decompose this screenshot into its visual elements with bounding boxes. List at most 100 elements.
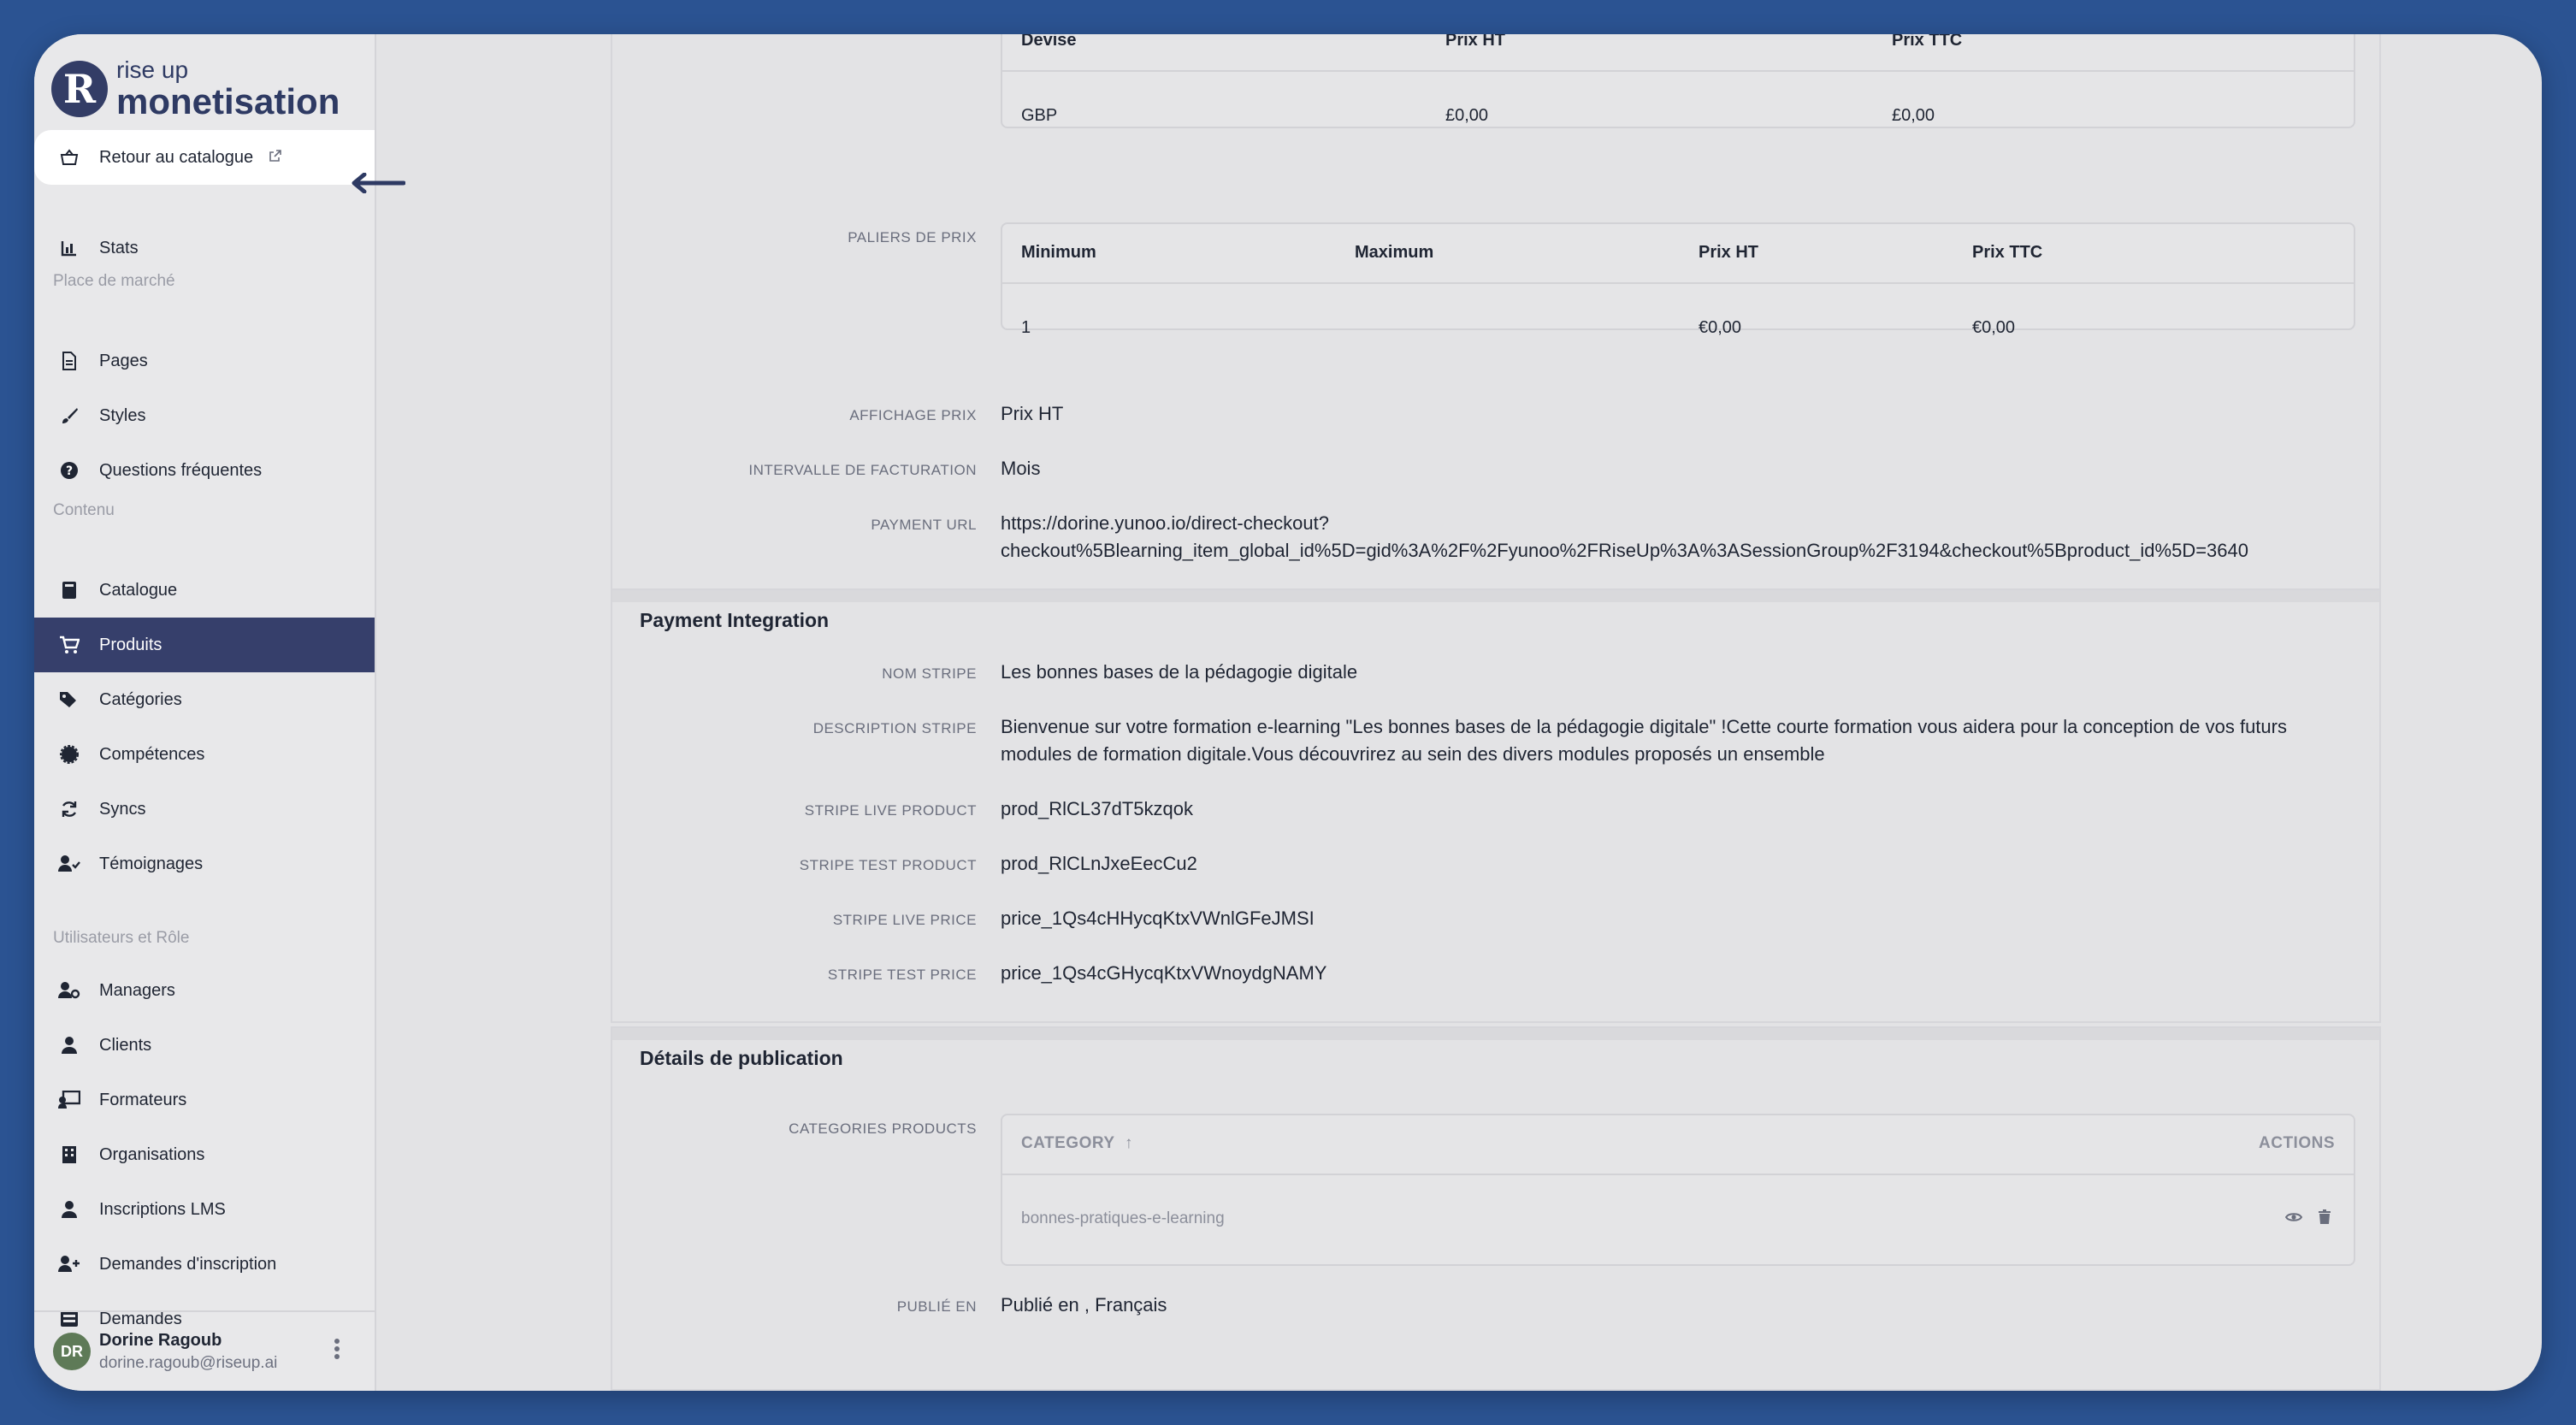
svg-text:?: ? (66, 464, 73, 478)
payment-integration-card: Payment Integration NOM STRIPE Les bonne… (611, 588, 2381, 1023)
sidebar-item-syncs[interactable]: Syncs (34, 782, 375, 837)
eye-icon[interactable] (2284, 1211, 2303, 1227)
brand-name-top: rise up (116, 56, 189, 83)
table-cell: €0,00 (1699, 318, 1742, 337)
field-label: AFFICHAGE PRIX (849, 407, 977, 423)
back-to-catalogue-link[interactable]: Retour au catalogue (34, 130, 375, 185)
book-icon (56, 577, 82, 603)
table-cell: bonnes-pratiques-e-learning (1021, 1209, 1225, 1227)
question-circle-icon: ? (56, 458, 82, 483)
sidebar-item-categories[interactable]: Catégories (34, 672, 375, 727)
field-value: prod_RlCLnJxeEecCu2 (1001, 853, 1197, 874)
sidebar-item-skills[interactable]: Compétences (34, 727, 375, 782)
table-header: Prix TTC (1892, 34, 1963, 50)
sidebar-item-label: Pages (99, 351, 148, 370)
sidebar-item-label: Syncs (99, 799, 146, 819)
table-header: Devise (1021, 34, 1077, 50)
trash-icon[interactable] (2318, 1209, 2331, 1229)
field-label: PUBLIÉ EN (896, 1298, 977, 1315)
sidebar-item-clients[interactable]: Clients (34, 1018, 375, 1073)
section-content: Contenu (53, 501, 115, 519)
document-icon (56, 348, 82, 374)
sidebar-item-stats[interactable]: Stats (34, 221, 375, 275)
field-label: STRIPE TEST PRICE (827, 967, 977, 983)
sidebar-item-styles[interactable]: Styles (34, 388, 375, 443)
user-profile[interactable]: DR Dorine Ragoub dorine.ragoub@riseup.ai (34, 1310, 375, 1391)
user-plus-icon (56, 1251, 82, 1277)
external-link-icon (269, 148, 282, 168)
price-tiers-table: Minimum Maximum Prix HT Prix TTC 1 €0,00… (1001, 222, 2355, 337)
section-marketplace: Place de marché (53, 272, 175, 290)
cart-icon (56, 632, 82, 658)
main-content: Devise Prix HT Prix TTC GBP £0,00 £0,00 … (376, 34, 2542, 1391)
field-label: DESCRIPTION STRIPE (812, 720, 977, 736)
field-label: PALIERS DE PRIX (848, 229, 977, 245)
sidebar-item-organisations[interactable]: Organisations (34, 1127, 375, 1182)
table-header: Minimum (1021, 243, 1096, 262)
arrow-up-icon: ↑ (1125, 1134, 1133, 1152)
sidebar-item-label: Managers (99, 980, 175, 1000)
sidebar-item-products[interactable]: Produits (34, 618, 375, 672)
payment-url-line2[interactable]: checkout%5Blearning_item_global_id%5D=gi… (1001, 537, 2248, 565)
table-cell: GBP (1021, 106, 1058, 125)
sidebar-item-trainers[interactable]: Formateurs (34, 1073, 375, 1127)
field-value: Prix HT (1001, 403, 1064, 424)
column-header-category[interactable]: CATEGORY ↑ (1021, 1134, 1133, 1153)
field-value: price_1Qs4cHHycqKtxVWnlGFeJMSI (1001, 908, 1315, 929)
field-value: prod_RlCL37dT5kzqok (1001, 798, 1194, 819)
bar-chart-icon (56, 235, 82, 261)
table-header: Prix HT (1699, 243, 1759, 262)
sidebar-item-lms[interactable]: Inscriptions LMS (34, 1182, 375, 1237)
field-label: INTERVALLE DE FACTURATION (748, 462, 977, 478)
sidebar-item-label: Formateurs (99, 1090, 187, 1109)
field-value: Mois (1001, 458, 1041, 479)
sync-icon (56, 796, 82, 822)
paintbrush-icon (56, 403, 82, 429)
avatar: DR (53, 1333, 91, 1370)
sidebar-item-label: Produits (99, 635, 162, 654)
kebab-menu-icon[interactable] (334, 1338, 340, 1364)
table-cell: £0,00 (1445, 106, 1489, 125)
table-header: Maximum (1355, 243, 1434, 262)
sidebar-item-managers[interactable]: Managers (34, 963, 375, 1018)
sidebar-item-label: Inscriptions LMS (99, 1199, 226, 1219)
sidebar-item-label: Catalogue (99, 580, 178, 600)
currency-table: Devise Prix HT Prix TTC GBP £0,00 £0,00 (1001, 34, 2355, 128)
section-title: Détails de publication (640, 1047, 843, 1069)
sidebar-item-catalogue[interactable]: Catalogue (34, 563, 375, 618)
brand-logo[interactable]: R rise up monetisation (51, 56, 340, 121)
table-cell: 1 (1021, 318, 1031, 337)
sidebar-item-label: Catégories (99, 689, 182, 709)
brand-name-bottom: monetisation (116, 81, 340, 121)
field-label: NOM STRIPE (882, 665, 977, 682)
basket-icon (56, 145, 82, 170)
field-value: modules de formation digitale.Vous décou… (1001, 743, 1825, 765)
payment-url-line1[interactable]: https://dorine.yunoo.io/direct-checkout? (1001, 510, 1329, 537)
sidebar: R rise up monetisation Retour au catalog… (34, 34, 405, 1391)
sidebar-item-pages[interactable]: Pages (34, 334, 375, 388)
sidebar-item-label: Styles (99, 405, 146, 425)
sidebar-item-signup-requests[interactable]: Demandes d'inscription (34, 1237, 375, 1292)
app-window: R rise up monetisation Retour au catalog… (34, 34, 2542, 1391)
sidebar-item-label: Compétences (99, 744, 205, 764)
field-label: STRIPE LIVE PRODUCT (804, 802, 977, 819)
sidebar-item-label: Questions fréquentes (99, 460, 263, 480)
sidebar-item-testimonials[interactable]: Témoignages (34, 837, 375, 891)
user-gear-icon (56, 978, 82, 1003)
user-icon (56, 1197, 82, 1222)
chalkboard-teacher-icon (56, 1087, 82, 1113)
user-email: dorine.ragoub@riseup.ai (99, 1353, 278, 1372)
field-value: Les bonnes bases de la pédagogie digital… (1001, 661, 1358, 683)
column-header-actions: ACTIONS (2259, 1134, 2335, 1152)
sidebar-item-faq[interactable]: ? Questions fréquentes (34, 443, 375, 498)
publication-card: Détails de publication CATEGORIES PRODUC… (611, 1026, 2381, 1391)
sidebar-item-label: Organisations (99, 1144, 205, 1164)
user-icon (56, 1032, 82, 1058)
table-cell: £0,00 (1892, 106, 1935, 125)
table-cell: €0,00 (1972, 318, 2016, 337)
field-value: price_1Qs4cGHycqKtxVWnoydgNAMY (1001, 962, 1327, 984)
table-header: Prix TTC (1972, 243, 2043, 262)
brand-mark: R (51, 61, 108, 117)
sidebar-item-label: Témoignages (99, 854, 204, 873)
sidebar-item-label: Clients (99, 1035, 152, 1055)
